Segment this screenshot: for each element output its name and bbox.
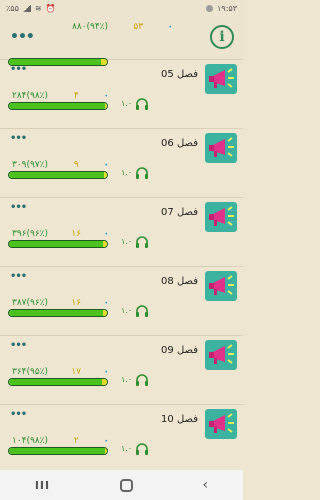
item-dot: • (104, 368, 108, 376)
wifi-icon: ≋ (34, 3, 42, 13)
item-count: ۱۷ (71, 367, 82, 377)
audio-speed: ۱.۰ (121, 444, 133, 453)
item-score: ۳۸۷(۹۶٪) (12, 298, 49, 308)
item-progress-bar (8, 309, 108, 317)
list-item[interactable]: ••• فصل 07 ۳۹۶(۹۶٪) ۱۶ • ۱.۰ (0, 198, 243, 267)
headphones-icon (135, 442, 149, 455)
status-time: ۱۹:۵۳ (217, 3, 237, 13)
megaphone-icon (205, 271, 237, 301)
item-stats: ۳۸۷(۹۶٪) ۱۶ • (12, 298, 108, 308)
total-score: ۸۸۰(۹۴٪) (72, 22, 109, 32)
audio-button[interactable]: ۱.۰ (121, 166, 149, 179)
item-menu-button[interactable]: ••• (10, 340, 27, 351)
audio-speed: ۱.۰ (121, 168, 133, 177)
chapter-title: فصل 08 (161, 276, 198, 287)
megaphone-icon (205, 202, 237, 232)
item-count: ۴ (73, 91, 79, 101)
system-nav-bar: III ‹ (0, 470, 243, 500)
status-left: ٪۵۵ ≋ ⏰ (6, 4, 56, 13)
status-bar: ٪۵۵ ≋ ⏰ ۱۹:۵۳ (0, 0, 243, 16)
info-icon[interactable]: i (210, 25, 234, 49)
signal-icon (22, 4, 31, 12)
item-score: ۳۶۴(۹۵٪) (12, 367, 49, 377)
headphones-icon (135, 97, 149, 110)
list-item[interactable]: ••• فصل 09 ۳۶۴(۹۵٪) ۱۷ • ۱.۰ (0, 336, 243, 405)
item-count: ۱۶ (71, 229, 82, 239)
item-score: ۱۰۴(۹۸٪) (12, 436, 49, 446)
item-dot: • (104, 299, 108, 307)
item-menu-button[interactable]: ••• (10, 133, 27, 144)
item-progress-bar (8, 102, 108, 110)
headphones-icon (135, 235, 149, 248)
audio-button[interactable]: ۱.۰ (121, 235, 149, 248)
item-dot: • (104, 161, 108, 169)
list-item[interactable]: ••• فصل 10 ۱۰۴(۹۸٪) ۲ • ۱.۰ (0, 405, 243, 474)
item-menu-button[interactable]: ••• (10, 64, 27, 75)
item-score: ۳۹۶(۹۶٪) (12, 229, 49, 239)
megaphone-icon (205, 409, 237, 439)
recents-button[interactable]: III (35, 479, 50, 492)
item-menu-button[interactable]: ••• (10, 202, 27, 213)
item-count: ۹ (73, 160, 79, 170)
megaphone-icon (205, 133, 237, 163)
chapter-title: فصل 10 (161, 414, 198, 425)
audio-speed: ۱.۰ (121, 306, 133, 315)
item-progress-bar (8, 378, 108, 386)
chapter-title: فصل 07 (161, 207, 198, 218)
list-item[interactable]: ••• فصل 06 ۳۰۹(۹۷٪) ۹ • ۱.۰ (0, 129, 243, 198)
status-dot: • (168, 23, 172, 31)
headphones-icon (135, 373, 149, 386)
item-progress-bar (8, 171, 108, 179)
audio-speed: ۱.۰ (121, 99, 133, 108)
chapter-title: فصل 09 (161, 345, 198, 356)
headphones-icon (135, 304, 149, 317)
item-menu-button[interactable]: ••• (10, 409, 27, 420)
audio-button[interactable]: ۱.۰ (121, 97, 149, 110)
item-progress-bar (8, 240, 108, 248)
item-score: ۲۸۴(۹۸٪) (12, 91, 49, 101)
list-item[interactable]: ••• فصل 08 ۳۸۷(۹۶٪) ۱۶ • ۱.۰ (0, 267, 243, 336)
list-item[interactable]: ••• فصل 05 ۲۸۴(۹۸٪) ۴ • ۱.۰ (0, 60, 243, 129)
item-count: ۱۶ (71, 298, 82, 308)
back-button[interactable]: ‹ (203, 477, 209, 493)
headphones-icon (135, 166, 149, 179)
status-right: ۱۹:۵۳ (206, 4, 237, 13)
home-button[interactable] (119, 478, 133, 492)
audio-speed: ۱.۰ (121, 237, 133, 246)
item-dot: • (104, 230, 108, 238)
total-count: ۵۳ (133, 22, 144, 32)
item-stats: ۱۰۴(۹۸٪) ۲ • (12, 436, 108, 446)
item-dot: • (104, 437, 108, 445)
item-stats: ۳۶۴(۹۵٪) ۱۷ • (12, 367, 108, 377)
header-stats: ۸۸۰(۹۴٪) ۵۳ • (72, 22, 172, 32)
audio-speed: ۱.۰ (121, 375, 133, 384)
battery-text: ٪۵۵ (6, 3, 19, 13)
item-stats: ۲۸۴(۹۸٪) ۴ • (12, 91, 108, 101)
audio-button[interactable]: ۱.۰ (121, 373, 149, 386)
item-score: ۳۰۹(۹۷٪) (12, 160, 49, 170)
megaphone-icon (205, 340, 237, 370)
alarm-icon: ⏰ (45, 3, 56, 13)
chapter-title: فصل 05 (161, 69, 198, 80)
item-stats: ۳۹۶(۹۶٪) ۱۶ • (12, 229, 108, 239)
item-dot: • (104, 92, 108, 100)
item-stats: ۳۰۹(۹۷٪) ۹ • (12, 160, 108, 170)
header-menu-button[interactable]: ••• (10, 29, 35, 45)
item-menu-button[interactable]: ••• (10, 271, 27, 282)
audio-button[interactable]: ۱.۰ (121, 442, 149, 455)
chapter-list: ••• فصل 05 ۲۸۴(۹۸٪) ۴ • ۱.۰ ••• فصل 06 ۳… (0, 60, 243, 474)
megaphone-icon (205, 64, 237, 94)
item-count: ۲ (73, 436, 79, 446)
chapter-title: فصل 06 (161, 138, 198, 149)
item-progress-bar (8, 447, 108, 455)
audio-button[interactable]: ۱.۰ (121, 304, 149, 317)
notification-icon (206, 4, 214, 12)
app-header: ••• ۸۸۰(۹۴٪) ۵۳ • i (0, 16, 243, 66)
